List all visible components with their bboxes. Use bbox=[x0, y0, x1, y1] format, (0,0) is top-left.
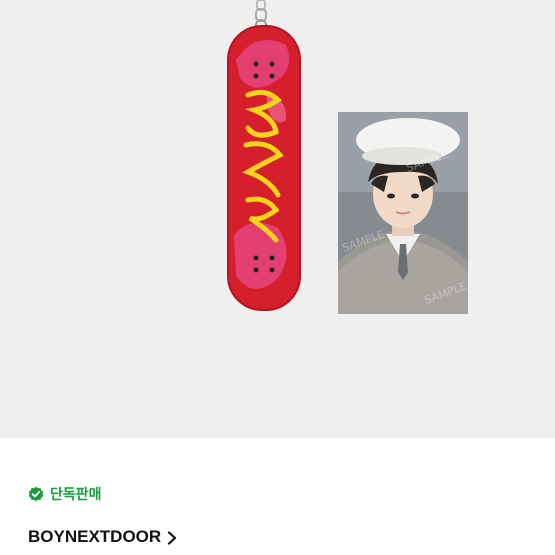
skateboard-keyring-image bbox=[226, 0, 302, 312]
verified-check-icon bbox=[28, 486, 44, 502]
brand-link[interactable]: BOYNEXTDOOR bbox=[28, 527, 177, 547]
product-image-area[interactable]: SAMPLE SAMPLE SAMPLE bbox=[0, 0, 555, 438]
exclusive-sale-badge: 단독판매 bbox=[28, 484, 102, 504]
brand-name[interactable]: BOYNEXTDOOR bbox=[28, 527, 161, 547]
badge-label: 단독판매 bbox=[50, 487, 102, 503]
photocard-image: SAMPLE SAMPLE SAMPLE bbox=[338, 112, 468, 314]
chevron-right-icon[interactable] bbox=[167, 530, 177, 545]
